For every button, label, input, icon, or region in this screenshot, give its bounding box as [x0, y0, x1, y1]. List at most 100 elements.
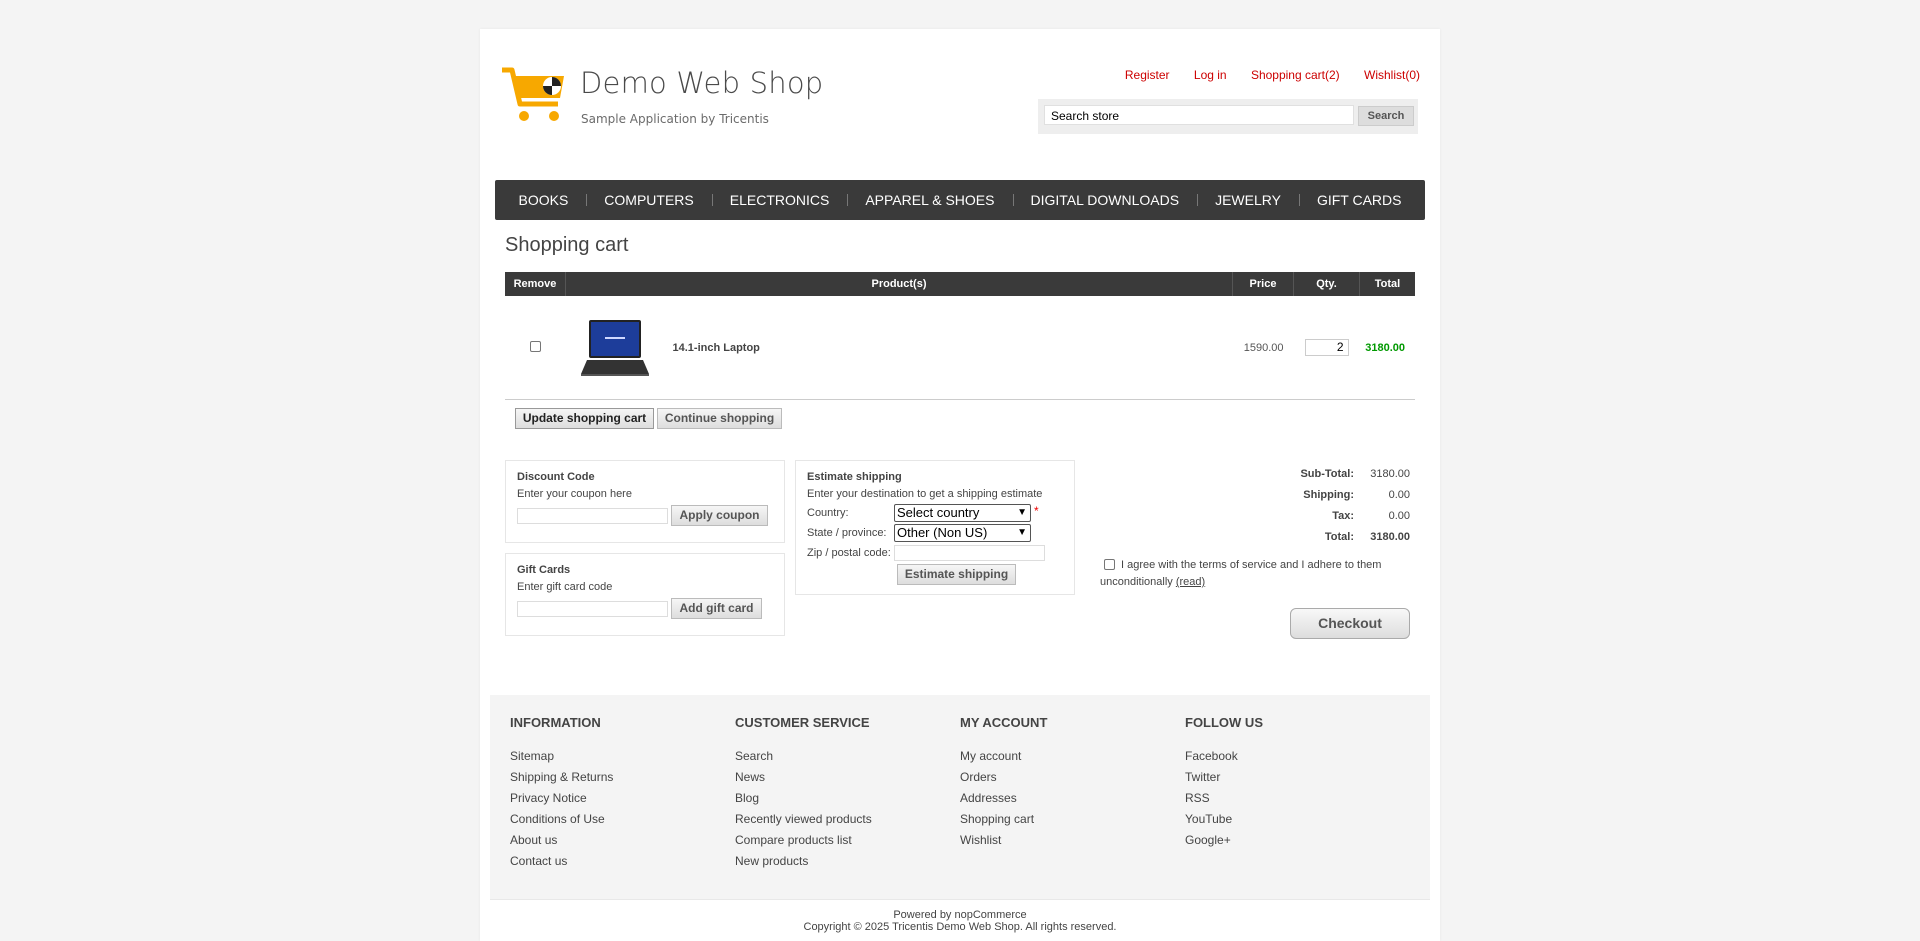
coupon-input[interactable] — [517, 508, 668, 524]
tax-value: 0.00 — [1388, 510, 1410, 522]
footer-customer-service: CUSTOMER SERVICE Search News Blog Recent… — [735, 715, 945, 872]
copyright: Copyright © 2025 Tricentis Demo Web Shop… — [803, 921, 1117, 933]
gift-cards-box: Gift Cards Enter gift card code Add gift… — [505, 553, 785, 636]
subtotal-label: Sub-Total: — [1300, 468, 1354, 480]
site-logo[interactable]: Demo Web Shop Sample Application by Tric… — [500, 66, 840, 128]
wishlist-link[interactable]: Wishlist(0) — [1364, 68, 1420, 82]
menu-item-computers[interactable]: COMPUTERS — [586, 192, 711, 208]
zip-input[interactable] — [894, 545, 1045, 561]
gift-card-input[interactable] — [517, 601, 668, 617]
login-link[interactable]: Log in — [1194, 68, 1227, 82]
add-gift-card-button[interactable]: Add gift card — [671, 598, 762, 619]
laptop-product-image[interactable] — [580, 318, 649, 378]
menu-item-apparel-shoes[interactable]: APPAREL & SHOES — [847, 192, 1012, 208]
state-label: State / province: — [807, 527, 887, 539]
footer-link-sitemap[interactable]: Sitemap — [510, 746, 720, 767]
footer-link-recently-viewed[interactable]: Recently viewed products — [735, 809, 945, 830]
terms-text: I agree with the terms of service and I … — [1100, 559, 1382, 588]
menu-item-electronics[interactable]: ELECTRONICS — [711, 192, 848, 208]
footer-link-compare[interactable]: Compare products list — [735, 830, 945, 851]
site-subtitle: Sample Application by Tricentis — [581, 112, 769, 126]
page-container: Demo Web Shop Sample Application by Tric… — [480, 29, 1440, 941]
total-label: Total: — [1324, 531, 1354, 543]
register-link[interactable]: Register — [1125, 68, 1170, 82]
product-name[interactable]: 14.1-inch Laptop — [673, 342, 760, 354]
footer-link-shopping-cart[interactable]: Shopping cart — [960, 809, 1170, 830]
search-button[interactable]: Search — [1358, 106, 1414, 126]
footer-customer-service-title: CUSTOMER SERVICE — [735, 715, 870, 730]
total-value: 3180.00 — [1370, 531, 1410, 543]
remove-checkbox[interactable] — [529, 340, 541, 352]
top-menu: BOOKS COMPUTERS ELECTRONICS APPAREL & SH… — [495, 180, 1425, 220]
footer-link-blog[interactable]: Blog — [735, 788, 945, 809]
discount-code-box: Discount Code Enter your coupon here App… — [505, 460, 785, 543]
chevron-down-icon: ▼ — [1017, 527, 1027, 538]
powered-by: Powered by nopCommerce — [893, 909, 1027, 921]
product-price: 1590.00 — [1232, 296, 1294, 400]
footer-link-search[interactable]: Search — [735, 746, 945, 767]
estimate-shipping-title: Estimate shipping — [807, 471, 902, 483]
footer-link-rss[interactable]: RSS — [1185, 788, 1395, 809]
footer-link-wishlist[interactable]: Wishlist — [960, 830, 1170, 851]
menu-item-jewelry[interactable]: JEWELRY — [1197, 192, 1299, 208]
footer-link-about[interactable]: About us — [510, 830, 720, 851]
menu-item-gift-cards[interactable]: GIFT CARDS — [1298, 192, 1420, 208]
gift-cards-title: Gift Cards — [517, 564, 571, 576]
country-label: Country: — [807, 507, 849, 519]
search-input[interactable]: Search store — [1044, 105, 1354, 125]
cart-table: Remove Product(s) Price Qty. Total 14.1-… — [505, 272, 1415, 400]
continue-shopping-button[interactable]: Continue shopping — [657, 408, 782, 429]
footer-link-twitter[interactable]: Twitter — [1185, 767, 1395, 788]
zip-label: Zip / postal code: — [807, 547, 891, 559]
footer-link-privacy[interactable]: Privacy Notice — [510, 788, 720, 809]
shopping-cart-link[interactable]: Shopping cart(2) — [1251, 68, 1340, 82]
subtotal-value: 3180.00 — [1370, 468, 1410, 480]
shipping-label: Shipping: — [1303, 489, 1354, 501]
country-select[interactable]: Select country ▼ — [894, 504, 1031, 522]
estimate-shipping-hint: Enter your destination to get a shipping… — [807, 488, 1043, 500]
footer-information-title: INFORMATION — [510, 715, 601, 730]
order-totals: Sub-Total: 3180.00 Shipping: 0.00 Tax: 0… — [1280, 464, 1410, 548]
footer: INFORMATION Sitemap Shipping & Returns P… — [490, 695, 1430, 900]
tax-label: Tax: — [1332, 510, 1354, 522]
footer-link-new-products[interactable]: New products — [735, 851, 945, 872]
estimate-shipping-box: Estimate shipping Enter your destination… — [795, 460, 1075, 595]
header-price: Price — [1232, 272, 1294, 296]
quantity-input[interactable]: 2 — [1304, 339, 1349, 356]
checkout-button[interactable]: Checkout — [1290, 608, 1410, 639]
estimate-shipping-button[interactable]: Estimate shipping — [897, 564, 1016, 585]
state-select-value: Other (Non US) — [897, 525, 988, 540]
chevron-down-icon: ▼ — [1017, 507, 1027, 518]
footer-link-facebook[interactable]: Facebook — [1185, 746, 1395, 767]
footer-link-googleplus[interactable]: Google+ — [1185, 830, 1395, 851]
state-select[interactable]: Other (Non US) ▼ — [894, 524, 1031, 542]
footer-credits: Powered by nopCommerce Copyright © 2025 … — [480, 909, 1440, 933]
footer-follow-us: FOLLOW US Facebook Twitter RSS YouTube G… — [1185, 715, 1395, 851]
table-row: 14.1-inch Laptop 1590.00 2 3180.00 — [505, 296, 1415, 400]
site-title: Demo Web Shop — [580, 66, 824, 100]
footer-link-news[interactable]: News — [735, 767, 945, 788]
menu-item-books[interactable]: BOOKS — [501, 192, 587, 208]
country-select-value: Select country — [897, 505, 980, 520]
discount-hint: Enter your coupon here — [517, 488, 632, 500]
page-title: Shopping cart — [505, 234, 629, 256]
footer-link-my-account[interactable]: My account — [960, 746, 1170, 767]
terms-of-service: I agree with the terms of service and I … — [1100, 557, 1400, 591]
footer-link-orders[interactable]: Orders — [960, 767, 1170, 788]
footer-my-account-title: MY ACCOUNT — [960, 715, 1048, 730]
menu-item-digital-downloads[interactable]: DIGITAL DOWNLOADS — [1012, 192, 1198, 208]
footer-link-conditions[interactable]: Conditions of Use — [510, 809, 720, 830]
required-marker: * — [1034, 504, 1039, 518]
update-cart-button[interactable]: Update shopping cart — [515, 408, 654, 429]
header-products: Product(s) — [565, 272, 1233, 296]
terms-checkbox[interactable] — [1104, 559, 1115, 570]
header-total: Total — [1359, 272, 1415, 296]
header-qty: Qty. — [1293, 272, 1360, 296]
footer-link-shipping-returns[interactable]: Shipping & Returns — [510, 767, 720, 788]
footer-link-contact[interactable]: Contact us — [510, 851, 720, 872]
footer-link-addresses[interactable]: Addresses — [960, 788, 1170, 809]
terms-read-link[interactable]: (read) — [1176, 576, 1205, 588]
footer-my-account: MY ACCOUNT My account Orders Addresses S… — [960, 715, 1170, 851]
apply-coupon-button[interactable]: Apply coupon — [671, 505, 768, 526]
footer-link-youtube[interactable]: YouTube — [1185, 809, 1395, 830]
